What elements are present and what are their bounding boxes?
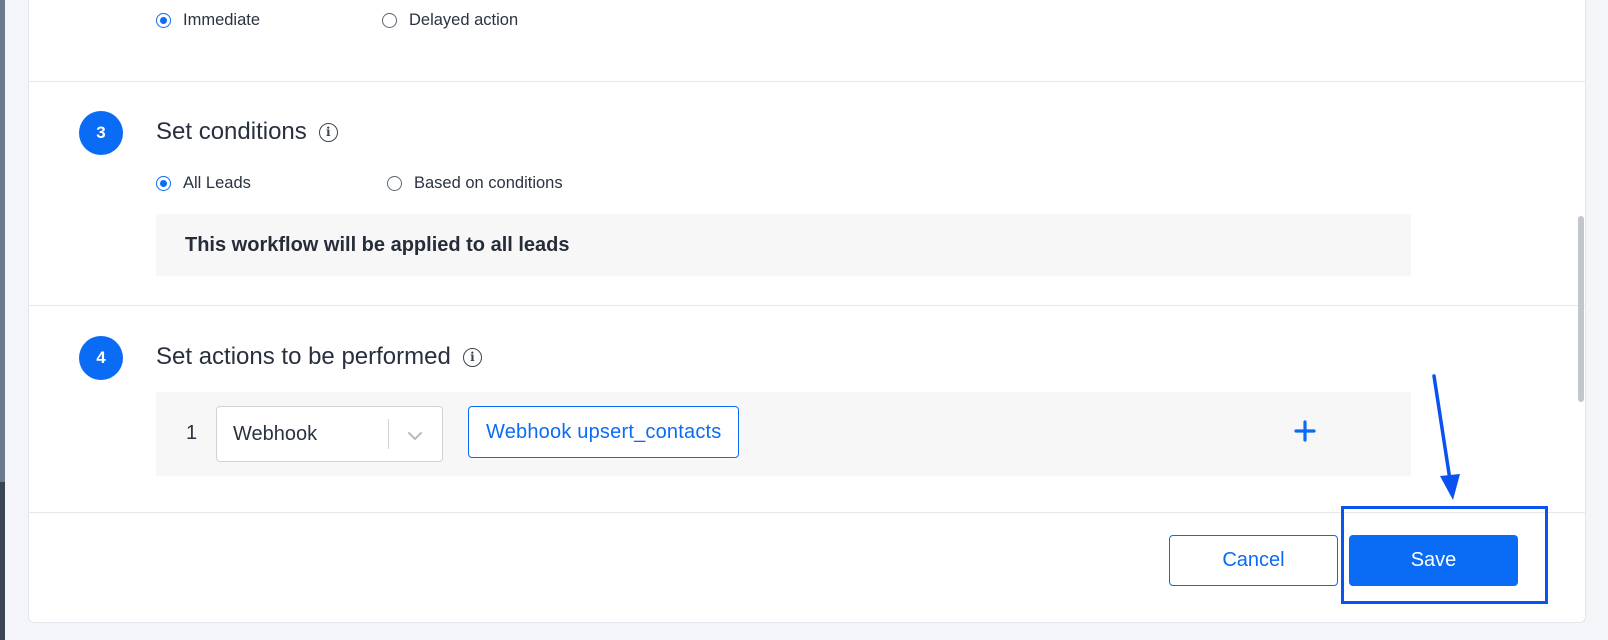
annotation-highlight-box (1341, 506, 1548, 604)
step-4-badge: 4 (79, 336, 123, 380)
radio-delayed-action[interactable]: Delayed action (382, 11, 518, 30)
window-edge (0, 0, 5, 640)
radio-delayed-action-label: Delayed action (409, 11, 519, 29)
step-3-badge: 3 (79, 111, 123, 155)
step-4-heading: Set actions to be performed i (156, 343, 482, 371)
select-separator (388, 419, 389, 449)
step-4-title: Set actions to be performed (156, 343, 451, 370)
section-divider (29, 305, 1585, 306)
radio-immediate-label: Immediate (183, 11, 261, 29)
info-icon[interactable]: i (462, 347, 482, 367)
radio-immediate-circle[interactable] (156, 13, 171, 28)
action-index: 1 (186, 422, 198, 444)
radio-based-on-conditions[interactable]: Based on conditions (387, 174, 563, 193)
action-type-value: Webhook (233, 423, 318, 445)
chevron-down-icon[interactable] (404, 425, 426, 447)
action-type-select[interactable]: Webhook (216, 406, 443, 462)
radio-based-on-conditions-label: Based on conditions (414, 174, 563, 192)
radio-delayed-action-circle[interactable] (382, 13, 397, 28)
plus-icon[interactable] (1292, 418, 1318, 444)
radio-all-leads-label: All Leads (183, 174, 251, 192)
window-edge-dark (0, 482, 5, 640)
step-3-heading: Set conditions i (156, 118, 338, 146)
radio-all-leads-circle[interactable] (156, 176, 171, 191)
webhook-config-button[interactable]: Webhook upsert_contacts (468, 406, 740, 458)
scrollbar-thumb[interactable] (1578, 216, 1584, 402)
annotation-arrow-icon (1432, 374, 1460, 500)
action-row: 1 Webhook Webhook upsert_contacts (156, 392, 1411, 476)
radio-all-leads[interactable]: All Leads (156, 174, 251, 193)
webhook-config-label: Webhook upsert_contacts (486, 420, 722, 443)
info-icon[interactable]: i (318, 122, 338, 142)
conditions-note-text: This workflow will be applied to all lea… (185, 233, 570, 256)
radio-based-on-conditions-circle[interactable] (387, 176, 402, 191)
section-divider (29, 81, 1585, 82)
cancel-button[interactable]: Cancel (1169, 535, 1338, 586)
step-3-title: Set conditions (156, 118, 307, 145)
conditions-note: This workflow will be applied to all lea… (156, 214, 1411, 276)
radio-immediate[interactable]: Immediate (156, 11, 260, 30)
